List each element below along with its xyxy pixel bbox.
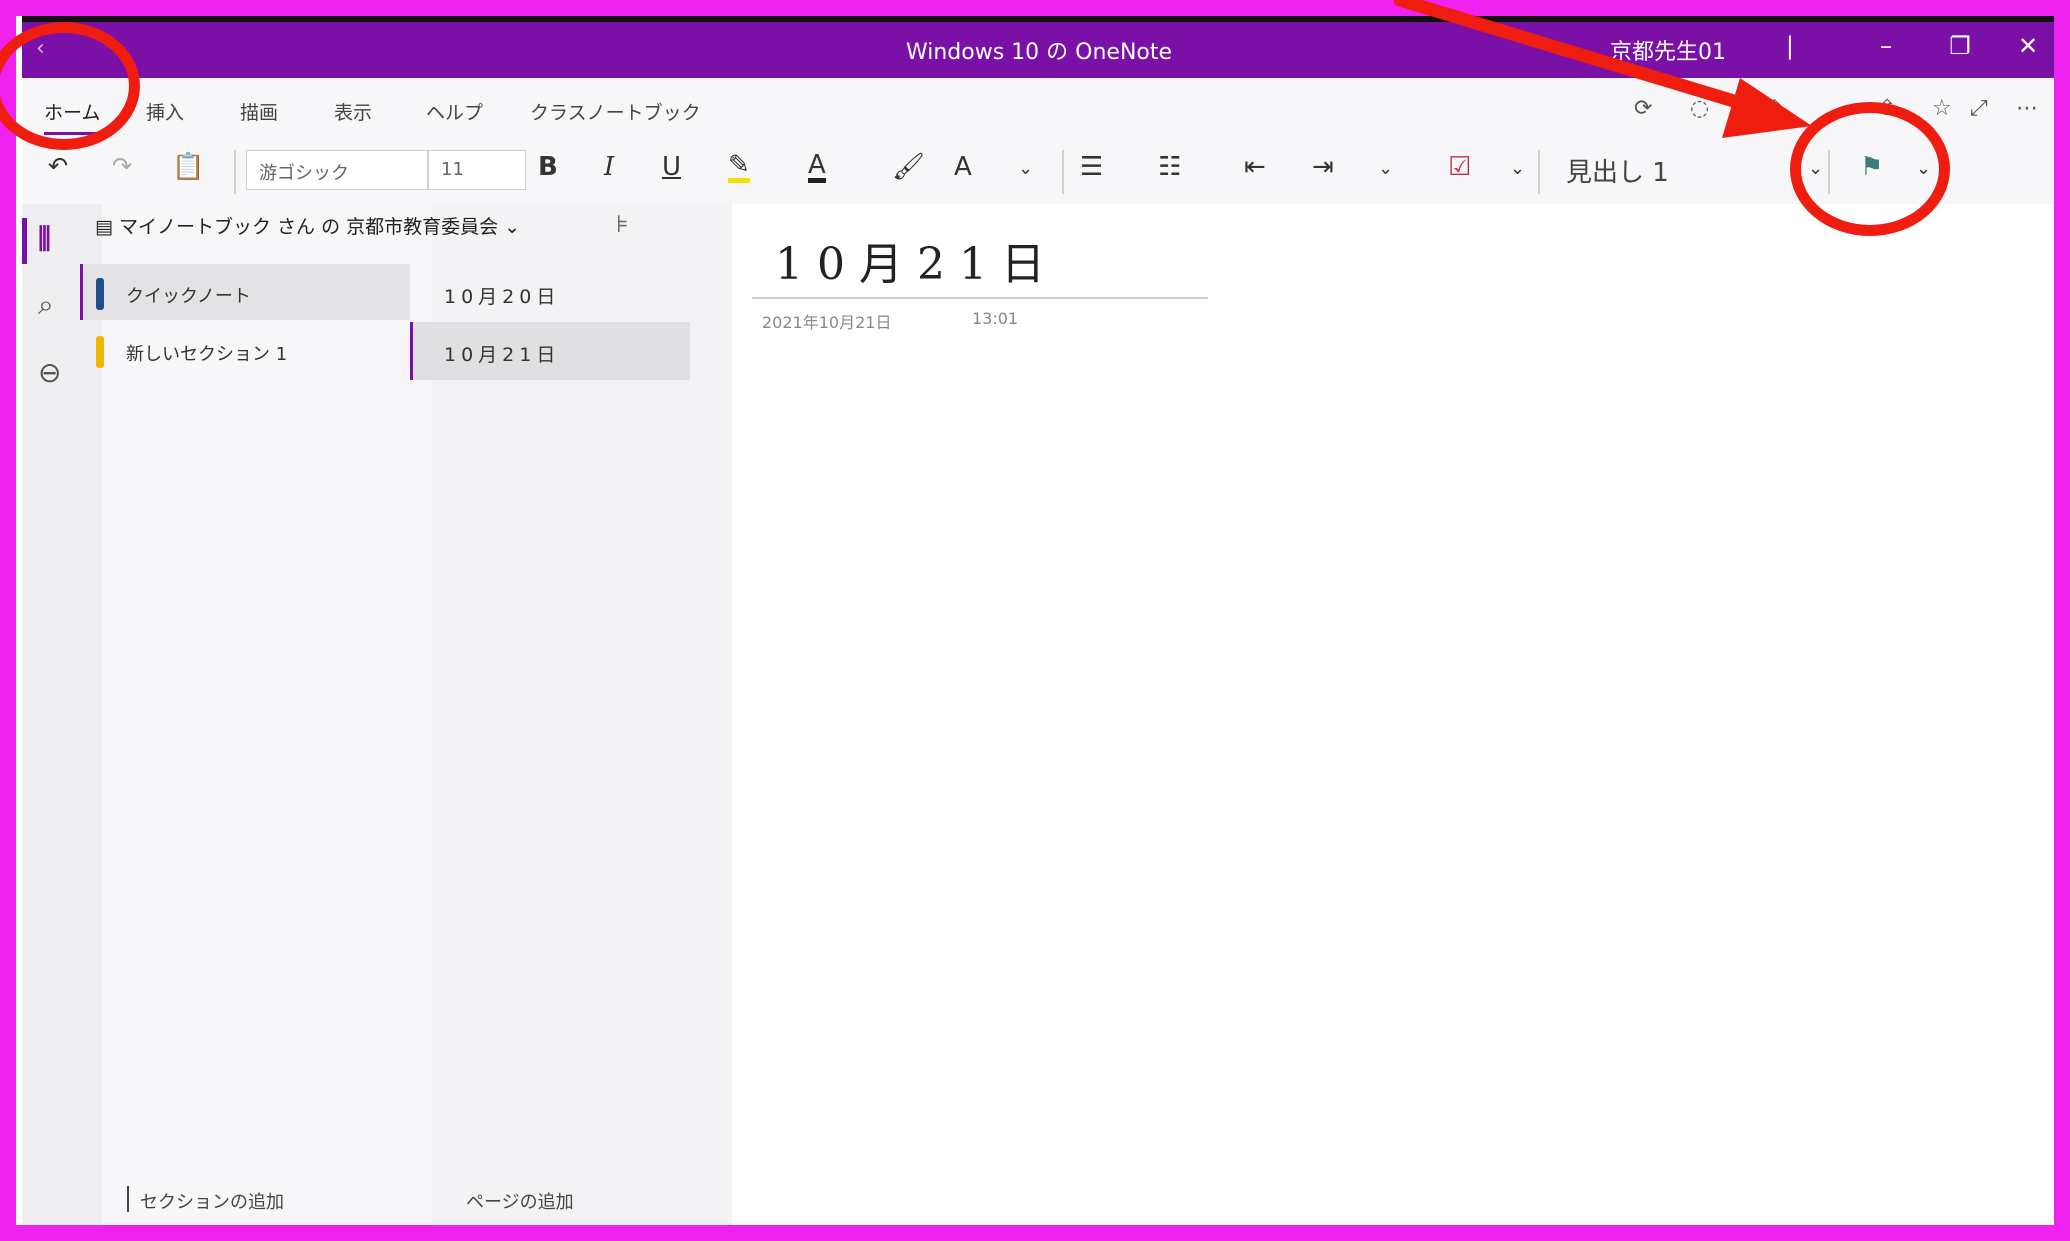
annotation-arrow xyxy=(1393,0,1812,138)
